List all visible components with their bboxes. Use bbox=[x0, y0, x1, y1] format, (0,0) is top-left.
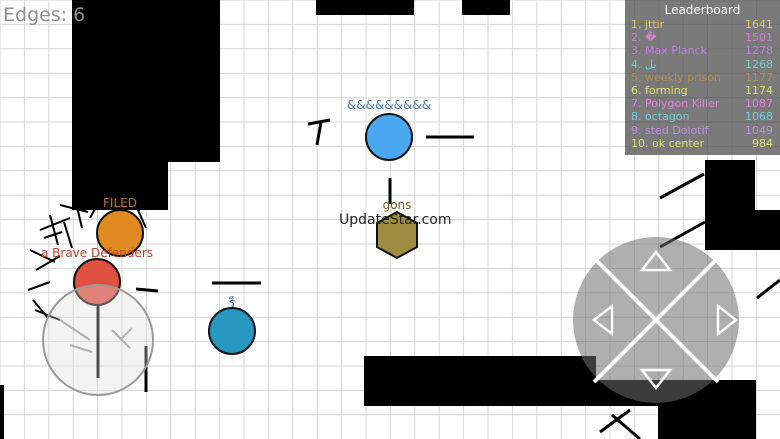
leaderboard-entry-score: 1174 bbox=[745, 83, 773, 97]
leaderboard-entry-score: 1268 bbox=[745, 57, 773, 71]
leaderboard-entry: 8. octagon 1068 bbox=[625, 110, 780, 123]
player-blue bbox=[365, 113, 413, 161]
leaderboard-entry: 10. ok center 984 bbox=[625, 137, 780, 150]
direction-pad[interactable] bbox=[572, 236, 740, 404]
leaderboard: Leaderboard 1. jttir 1641 2. � 1501 3. Max P… bbox=[625, 0, 780, 155]
leaderboard-entry-score: 984 bbox=[752, 136, 773, 150]
leaderboard-entry-score: 1501 bbox=[745, 31, 773, 45]
leaderboard-title: Leaderboard bbox=[664, 3, 741, 17]
leaderboard-entry-name: 1. jttir bbox=[631, 18, 665, 31]
player-name-blue: &&&&&&&&& bbox=[346, 98, 432, 112]
watermark-text: UpdateStar.com bbox=[339, 212, 452, 228]
leaderboard-entry-name: 7. Polygon Killer bbox=[631, 97, 720, 111]
leaderboard-entry: 3. Max Planck 1278 bbox=[625, 44, 780, 57]
player-teal bbox=[208, 307, 256, 355]
leaderboard-entry: 4. یل 1268 bbox=[625, 58, 780, 71]
leaderboard-entry-name: 8. octagon bbox=[631, 110, 690, 124]
player-name-teal: ร็ bbox=[228, 296, 236, 310]
leaderboard-entry: 6. forming 1174 bbox=[625, 84, 780, 97]
player-name-orange: FILED bbox=[103, 196, 137, 210]
wall-block bbox=[755, 210, 780, 250]
leaderboard-entry-score: 1087 bbox=[745, 97, 773, 111]
leaderboard-entry-name: 10. ok center bbox=[631, 136, 704, 150]
leaderboard-entry-score: 1068 bbox=[745, 110, 773, 124]
wall-block bbox=[364, 356, 596, 406]
leaderboard-entry: 7. Polygon Killer 1087 bbox=[625, 97, 780, 110]
wall-block bbox=[316, 0, 414, 15]
leaderboard-entry-score: 1641 bbox=[745, 18, 773, 31]
movement-joystick[interactable] bbox=[42, 284, 154, 396]
leaderboard-entry: 2. � 1501 bbox=[625, 31, 780, 44]
leaderboard-entry: 9. sted Dolotif 1049 bbox=[625, 124, 780, 137]
leaderboard-entry-name: 3. Max Planck bbox=[631, 44, 708, 58]
wall-block bbox=[72, 0, 220, 162]
leaderboard-entry: 5. weekly prison 1177 bbox=[625, 71, 780, 84]
wall-block bbox=[0, 385, 4, 439]
leaderboard-entry-name: 5. weekly prison bbox=[631, 70, 721, 84]
wall-block bbox=[462, 0, 510, 15]
leaderboard-entry: 1. jttir 1641 bbox=[625, 18, 780, 31]
leaderboard-entry-score: 1049 bbox=[745, 123, 773, 137]
game-canvas[interactable]: Edges: 6 &&&&&&&&& gons FILED a Brave De… bbox=[0, 0, 780, 439]
leaderboard-entry-score: 1278 bbox=[745, 44, 773, 58]
leaderboard-entry-name: 4. یل bbox=[631, 57, 657, 71]
leaderboard-entry-score: 1177 bbox=[745, 70, 773, 84]
leaderboard-entry-name: 2. � bbox=[631, 31, 657, 45]
leaderboard-entry-name: 9. sted Dolotif bbox=[631, 123, 709, 137]
player-name-red: a Brave Defenders bbox=[40, 246, 154, 260]
edges-counter: Edges: 6 bbox=[3, 4, 86, 26]
player-name-hexagon: gons bbox=[382, 198, 412, 212]
leaderboard-entry-name: 6. forming bbox=[631, 83, 688, 97]
